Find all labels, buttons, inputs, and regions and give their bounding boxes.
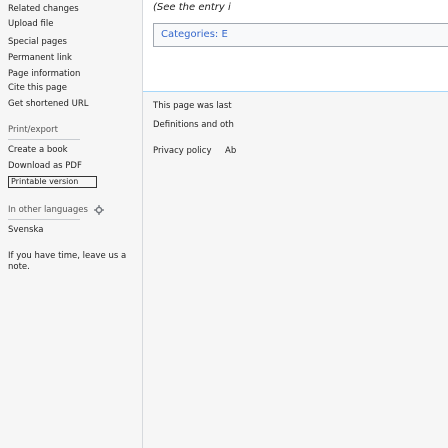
- sidebar-item-related-changes[interactable]: Related changes: [8, 4, 79, 15]
- sidebar-item-permanent-link[interactable]: Permanent link: [8, 53, 72, 64]
- license-text: Definitions and oth: [153, 120, 234, 130]
- languages-heading[interactable]: In other languages: [8, 205, 88, 216]
- see-entry-note: (See the entry i: [153, 2, 231, 13]
- sidebar-item-create-book[interactable]: Create a book: [8, 145, 68, 156]
- leave-note-text[interactable]: If you have time, leave us a note.: [8, 251, 138, 273]
- about-link[interactable]: Ab: [225, 146, 236, 156]
- sidebar-item-page-information[interactable]: Page information: [8, 69, 80, 80]
- sidebar-item-download-pdf[interactable]: Download as PDF: [8, 161, 82, 172]
- sidebar-item-printable-version[interactable]: Printable version: [8, 176, 97, 188]
- gear-icon[interactable]: [94, 205, 104, 215]
- content-area: (See the entry i Categories: E This page…: [142, 0, 448, 448]
- sidebar-item-upload-file[interactable]: Upload file: [8, 19, 53, 30]
- last-modified-text: This page was last: [153, 101, 232, 111]
- privacy-policy-link[interactable]: Privacy policy: [153, 146, 212, 156]
- sidebar: Related changes Upload file Special page…: [0, 0, 142, 448]
- print-export-divider: [8, 139, 80, 140]
- languages-divider: [8, 219, 80, 220]
- sidebar-item-cite-this-page[interactable]: Cite this page: [8, 83, 67, 94]
- sidebar-item-special-pages[interactable]: Special pages: [8, 37, 67, 48]
- print-export-heading[interactable]: Print/export: [8, 125, 58, 136]
- sidebar-item-get-shortened-url[interactable]: Get shortened URL: [8, 99, 89, 110]
- language-link-svenska[interactable]: Svenska: [8, 225, 43, 236]
- categories-box: Categories: E: [153, 23, 448, 47]
- categories-link[interactable]: Categories: E: [161, 29, 228, 40]
- footer: This page was last Definitions and oth P…: [143, 92, 448, 448]
